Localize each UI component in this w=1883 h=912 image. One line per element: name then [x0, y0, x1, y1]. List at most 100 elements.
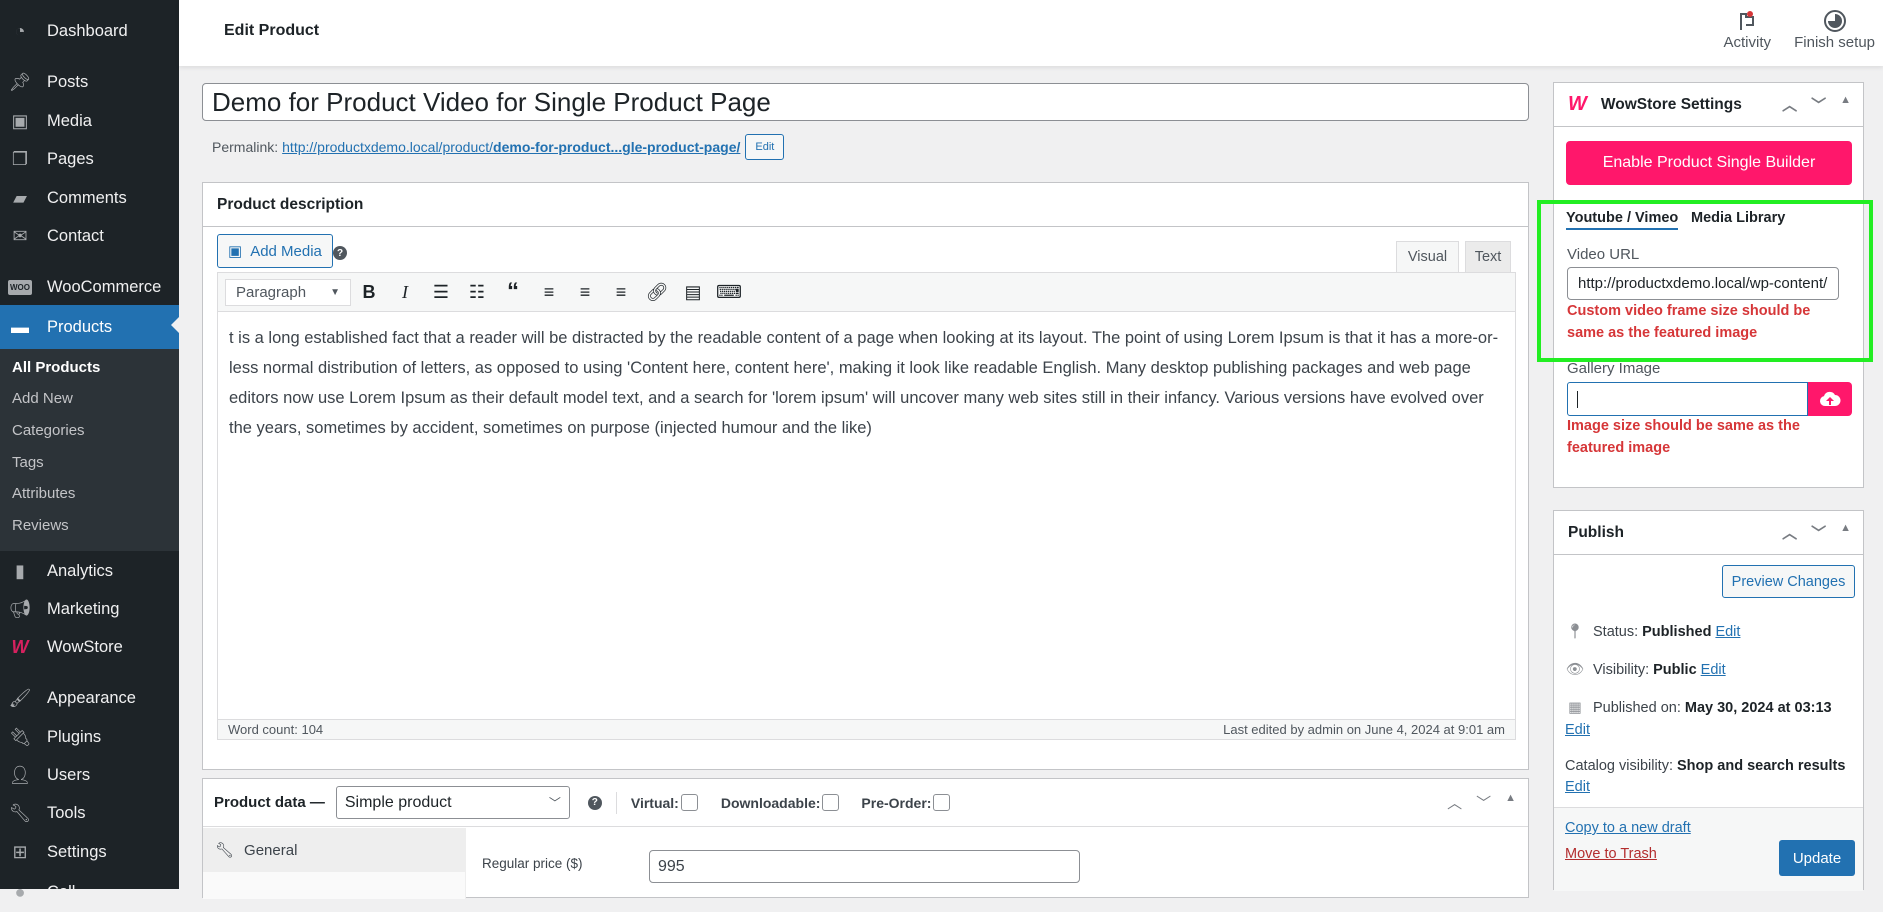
- align-center-icon[interactable]: ≡: [567, 277, 603, 307]
- pin-icon: 📍︎: [1565, 624, 1585, 640]
- preorder-checkbox[interactable]: [933, 794, 951, 811]
- editor-content[interactable]: t is a long established fact that a read…: [218, 312, 1515, 454]
- sidebar-item-settings[interactable]: ⊞ Settings: [0, 832, 179, 872]
- permalink-link[interactable]: http://productxdemo.local/product/demo-f…: [282, 139, 740, 155]
- activity-button[interactable]: Activity: [1723, 8, 1771, 51]
- editor-toolbar: Paragraph ▼ B I ☰ ☷ “ ≡ ≡ ≡ 🔗︎ ▤ ⌨: [218, 273, 1515, 312]
- wrench-icon: 🔧︎: [215, 842, 235, 859]
- user-icon: 👤︎: [8, 764, 32, 785]
- move-to-trash-link[interactable]: Move to Trash: [1565, 846, 1657, 862]
- help-icon[interactable]: ?: [587, 795, 602, 810]
- media-icon: ▣: [11, 110, 29, 131]
- sidebar-item-dashboard[interactable]: ◔ Dashboard: [0, 11, 179, 51]
- sidebar-item-analytics[interactable]: ▮ Analytics: [0, 551, 179, 591]
- add-media-button[interactable]: ▣ Add Media: [217, 234, 333, 268]
- sidebar-item-marketing[interactable]: 📢︎ Marketing: [0, 589, 179, 629]
- sidebar-item-posts[interactable]: 📌︎ Posts: [0, 62, 179, 102]
- cloud-upload-icon: [1819, 391, 1841, 406]
- sidebar-item-plugins[interactable]: 🔌︎ Plugins: [0, 717, 179, 757]
- move-up-icon[interactable]: ︿: [1782, 94, 1797, 115]
- product-data-box: Product data — Simple product ﹀ ? Virtua…: [202, 778, 1529, 899]
- collapse-icon[interactable]: ▲: [1840, 522, 1851, 543]
- move-up-icon[interactable]: ︿: [1447, 792, 1462, 813]
- flag-icon: [1723, 8, 1771, 34]
- video-url-label: Video URL: [1567, 246, 1640, 263]
- collapse-icon[interactable]: ▲: [1840, 94, 1851, 115]
- bold-icon[interactable]: B: [351, 277, 387, 307]
- video-size-note: Custom video frame size should be same a…: [1567, 303, 1811, 341]
- submenu-categories[interactable]: Categories: [12, 422, 85, 439]
- tab-visual[interactable]: Visual: [1396, 241, 1459, 272]
- video-url-input[interactable]: http://productxdemo.local/wp-content/: [1567, 267, 1839, 300]
- downloadable-checkbox[interactable]: [822, 794, 840, 811]
- move-down-icon[interactable]: ﹀: [1811, 522, 1826, 543]
- help-icon[interactable]: ?: [333, 246, 347, 260]
- divider: [615, 791, 617, 814]
- toolbar-toggle-icon[interactable]: ⌨: [711, 277, 747, 307]
- mail-icon: ✉: [12, 225, 28, 246]
- update-button[interactable]: Update: [1779, 840, 1855, 876]
- virtual-checkbox[interactable]: [680, 794, 698, 811]
- gallery-size-note: Image size should be same as the feature…: [1567, 418, 1800, 456]
- media-icon: ▣: [228, 243, 243, 260]
- status-edit-link[interactable]: Edit: [1715, 624, 1740, 640]
- sidebar-item-appearance[interactable]: 🖌︎ Appearance: [0, 678, 179, 718]
- tab-general[interactable]: 🔧︎ General: [203, 828, 465, 872]
- submenu-all-products[interactable]: All Products: [12, 359, 100, 376]
- sidebar-item-woocommerce[interactable]: WOO WooCommerce: [0, 267, 179, 307]
- finish-setup-button[interactable]: Finish setup: [1794, 8, 1875, 51]
- sidebar-item-products[interactable]: ▬ Products: [0, 305, 179, 349]
- sidebar-item-users[interactable]: 👤︎ Users: [0, 755, 179, 795]
- gallery-image-input[interactable]: [1567, 382, 1808, 416]
- submenu-tags[interactable]: Tags: [12, 454, 44, 471]
- plug-icon: 🔌︎: [8, 726, 32, 747]
- submenu-reviews[interactable]: Reviews: [12, 517, 69, 534]
- copy-draft-link[interactable]: Copy to a new draft: [1565, 820, 1691, 836]
- numbered-list-icon[interactable]: ☷: [459, 277, 495, 307]
- product-data-tabs: 🔧︎ General: [203, 828, 466, 899]
- read-more-icon[interactable]: ▤: [675, 277, 711, 307]
- enable-builder-button[interactable]: Enable Product Single Builder: [1566, 141, 1852, 185]
- align-left-icon[interactable]: ≡: [531, 277, 567, 307]
- format-select[interactable]: Paragraph ▼: [225, 278, 351, 306]
- move-up-icon[interactable]: ︿: [1782, 522, 1797, 543]
- move-down-icon[interactable]: ﹀: [1476, 792, 1491, 813]
- permalink-edit-button[interactable]: Edit: [745, 134, 785, 160]
- sidebar-item-contact[interactable]: ✉ Contact: [0, 216, 179, 256]
- eye-icon: 👁︎: [1565, 662, 1585, 678]
- published-on-edit-link[interactable]: Edit: [1565, 722, 1590, 738]
- upload-button[interactable]: [1808, 382, 1852, 416]
- tab-text[interactable]: Text: [1465, 241, 1511, 272]
- link-icon[interactable]: 🔗︎: [639, 277, 675, 307]
- sidebar-item-tools[interactable]: 🔧︎ Tools: [0, 793, 179, 833]
- description-heading: Product description: [203, 183, 1528, 227]
- bullet-list-icon[interactable]: ☰: [423, 277, 459, 307]
- blockquote-icon[interactable]: “: [495, 277, 531, 307]
- sidebar-item-pages[interactable]: ❐ Pages: [0, 139, 179, 179]
- visibility-edit-link[interactable]: Edit: [1701, 662, 1726, 678]
- tab-media-library[interactable]: Media Library: [1691, 210, 1785, 226]
- sidebar-item-collapsed[interactable]: ● Coll...: [0, 872, 179, 912]
- wrench-icon: 🔧︎: [8, 802, 32, 823]
- product-type-select[interactable]: Simple product ﹀: [335, 786, 570, 819]
- tab-youtube-vimeo[interactable]: Youtube / Vimeo: [1566, 210, 1679, 230]
- submenu-add-new[interactable]: Add New: [12, 390, 73, 407]
- pages-icon: ❐: [11, 148, 29, 169]
- preview-changes-button[interactable]: Preview Changes: [1722, 565, 1855, 598]
- italic-icon[interactable]: I: [387, 277, 423, 307]
- sidebar-item-media[interactable]: ▣ Media: [0, 101, 179, 141]
- sidebar-item-wowstore[interactable]: W WowStore: [0, 627, 179, 667]
- align-right-icon[interactable]: ≡: [603, 277, 639, 307]
- product-title-input[interactable]: [202, 83, 1529, 121]
- sidebar-item-comments[interactable]: ▰ Comments: [0, 178, 179, 218]
- archive-icon: ▬: [11, 316, 29, 337]
- catalog-edit-link[interactable]: Edit: [1565, 779, 1590, 795]
- pin-icon: 📌︎: [8, 71, 32, 92]
- collapse-icon[interactable]: ▲: [1505, 792, 1516, 813]
- submenu-attributes[interactable]: Attributes: [12, 485, 75, 502]
- editor-statusbar: Word count: 104 Last edited by admin on …: [217, 720, 1516, 740]
- box-controls: ︿ ﹀ ▲: [1447, 792, 1516, 813]
- move-down-icon[interactable]: ﹀: [1811, 94, 1826, 115]
- wowstore-logo-icon: W: [1568, 93, 1587, 115]
- regular-price-input[interactable]: 995: [649, 850, 1080, 883]
